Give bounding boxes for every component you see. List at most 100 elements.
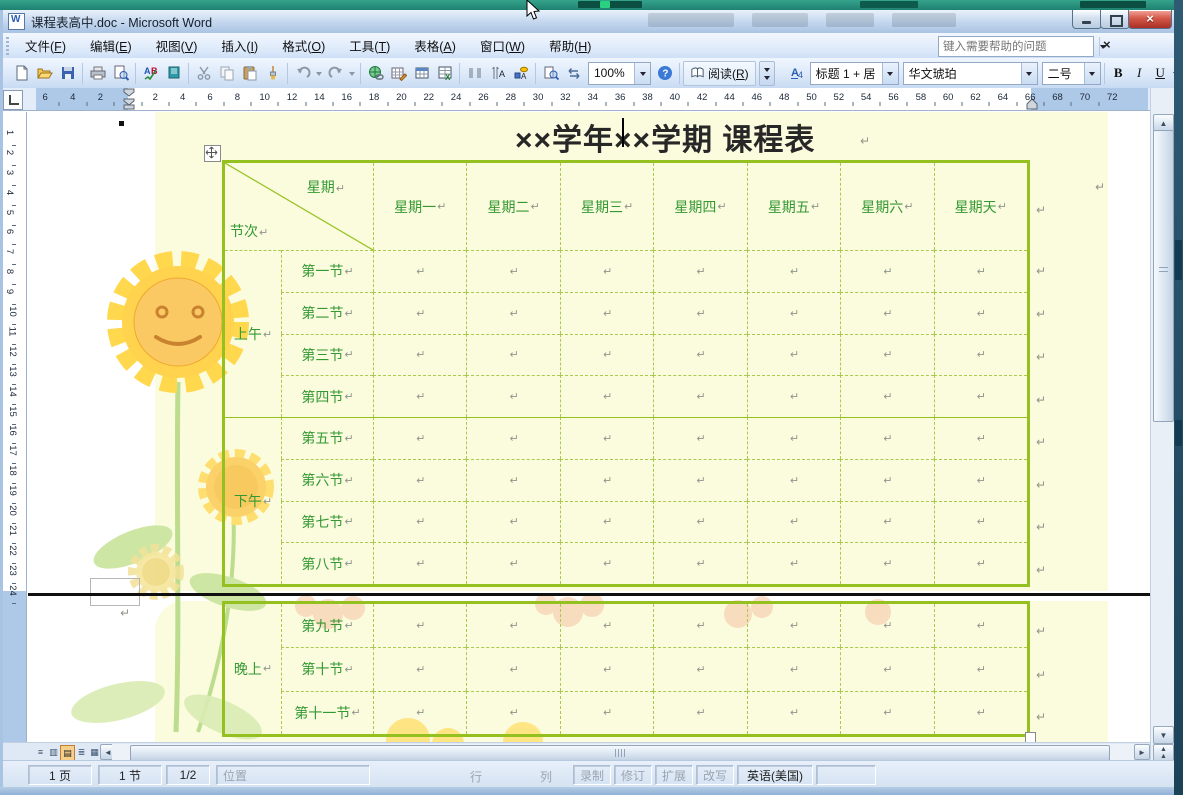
tables-and-borders-button[interactable] <box>387 62 410 85</box>
schedule-cell[interactable]: ↵ <box>933 333 1027 376</box>
drawing-button[interactable]: A <box>509 62 532 85</box>
schedule-cell[interactable]: ↵ <box>840 500 934 543</box>
period-cell[interactable]: 第四节 ↵ <box>281 375 373 417</box>
schedule-cell[interactable]: ↵ <box>466 417 560 459</box>
schedule-cell[interactable]: ↵ <box>746 333 841 376</box>
schedule-cell[interactable]: ↵ <box>933 500 1027 543</box>
schedule-cell[interactable]: ↵ <box>840 542 934 584</box>
cut-button[interactable] <box>192 62 215 85</box>
day-header-2[interactable]: 星期二 ↵ <box>466 163 559 250</box>
schedule-cell[interactable]: ↵ <box>933 647 1027 691</box>
schedule-cell[interactable]: ↵ <box>840 250 934 292</box>
schedule-cell[interactable]: ↵ <box>746 375 841 417</box>
redo-button[interactable] <box>324 62 347 85</box>
schedule-cell[interactable]: ↵ <box>559 690 654 734</box>
schedule-cell[interactable]: ↵ <box>559 542 654 584</box>
research-button[interactable] <box>162 62 185 85</box>
minimize-button[interactable] <box>1072 10 1102 29</box>
section-cell[interactable]: 上午 ↵ <box>225 250 281 417</box>
schedule-cell[interactable]: ↵ <box>559 500 654 543</box>
chevron-down-icon[interactable] <box>881 62 898 84</box>
schedule-cell[interactable]: ↵ <box>746 647 841 691</box>
period-cell[interactable]: 第二节 ↵ <box>281 291 373 334</box>
normal-view-button[interactable]: ≡ <box>34 745 47 759</box>
schedule-cell[interactable]: ↵ <box>373 458 467 501</box>
menu-T[interactable]: 工具(T) <box>337 33 402 58</box>
schedule-cell[interactable]: ↵ <box>559 417 654 459</box>
schedule-cell[interactable]: ↵ <box>653 291 747 334</box>
schedule-cell[interactable]: ↵ <box>466 500 560 543</box>
horizontal-scroll-track[interactable] <box>112 744 1136 761</box>
italic-button[interactable]: I <box>1129 63 1150 84</box>
schedule-cell[interactable]: ↵ <box>466 333 560 376</box>
menu-W[interactable]: 窗口(W) <box>468 33 537 58</box>
undo-dropdown[interactable] <box>314 62 324 85</box>
paste-button[interactable] <box>238 62 261 85</box>
undo-button[interactable] <box>291 62 314 85</box>
menu-V[interactable]: 视图(V) <box>144 33 210 58</box>
reading-layout-button[interactable]: 阅读(R) <box>683 60 756 86</box>
document-map-button[interactable] <box>539 62 562 85</box>
schedule-cell[interactable]: ↵ <box>653 375 747 417</box>
schedule-cell[interactable]: ↵ <box>840 647 934 691</box>
day-header-7[interactable]: 星期天 ↵ <box>933 163 1027 250</box>
section-cell[interactable]: 晚上 ↵ <box>225 604 281 734</box>
status-extend[interactable]: 扩展 <box>655 765 693 785</box>
tab-selector[interactable] <box>3 90 23 110</box>
schedule-cell[interactable]: ↵ <box>746 542 841 584</box>
spelling-check-button[interactable]: AB <box>139 62 162 85</box>
menu-F[interactable]: 文件(F) <box>13 33 78 58</box>
schedule-cell[interactable]: ↵ <box>373 647 467 691</box>
schedule-table-page2[interactable]: 晚上 ↵ 第九节 ↵ ↵ ↵ ↵ ↵ ↵ ↵ ↵ 第十节 ↵ ↵ ↵ ↵ ↵ ↵ ↵ ↵ 第十一节 ↵ ↵ ↵ ↵ ↵ ↵ ↵ ↵ <box>222 601 1030 737</box>
day-header-3[interactable]: 星期三 ↵ <box>559 163 653 250</box>
schedule-cell[interactable]: ↵ <box>559 647 654 691</box>
schedule-cell[interactable]: ↵ <box>746 250 841 292</box>
scroll-down-button[interactable]: ▼ <box>1153 726 1174 744</box>
schedule-cell[interactable]: ↵ <box>466 542 560 584</box>
schedule-cell[interactable]: ↵ <box>933 542 1027 584</box>
schedule-cell[interactable]: ↵ <box>746 604 840 648</box>
schedule-cell[interactable]: ↵ <box>933 250 1027 292</box>
print-button[interactable] <box>86 62 109 85</box>
vertical-scrollbar[interactable]: ▲ ▼ ▲▲ ● ▼▼ <box>1150 88 1175 794</box>
menu-I[interactable]: 插入(I) <box>209 33 270 58</box>
period-cell[interactable]: 第十一节 ↵ <box>281 690 373 734</box>
schedule-cell[interactable]: ↵ <box>840 291 934 334</box>
help-search-input[interactable] <box>939 39 1099 54</box>
table-move-handle[interactable] <box>204 145 221 162</box>
insert-excel-button[interactable]: X <box>433 62 456 85</box>
schedule-cell[interactable]: ↵ <box>746 690 841 734</box>
day-header-6[interactable]: 星期六 ↵ <box>840 163 933 250</box>
schedule-cell[interactable]: ↵ <box>933 291 1027 334</box>
schedule-cell[interactable]: ↵ <box>559 458 654 501</box>
schedule-cell[interactable]: ↵ <box>840 375 934 417</box>
schedule-cell[interactable]: ↵ <box>373 690 467 734</box>
period-cell[interactable]: 第八节 ↵ <box>281 542 373 584</box>
horizontal-ruler[interactable]: 6 4 2 2 4 6 8 10 12 14 16 18 20 22 24 26 28 30 32 34 36 38 40 4… <box>0 88 1150 111</box>
copy-button[interactable] <box>215 62 238 85</box>
status-spare[interactable] <box>816 765 876 785</box>
schedule-cell[interactable]: ↵ <box>933 458 1027 501</box>
status-section[interactable]: 1 节 <box>98 765 162 785</box>
schedule-cell[interactable]: ↵ <box>746 291 841 334</box>
status-overtype[interactable]: 改写 <box>696 765 734 785</box>
schedule-cell[interactable]: ↵ <box>933 375 1027 417</box>
status-page-indicator[interactable]: 1/2 <box>166 765 210 785</box>
web-layout-view-button[interactable]: ▥ <box>47 745 60 759</box>
schedule-cell[interactable]: ↵ <box>559 604 653 648</box>
day-header-5[interactable]: 星期五 ↵ <box>746 163 840 250</box>
menu-E[interactable]: 编辑(E) <box>78 33 144 58</box>
chevron-down-icon[interactable] <box>634 62 650 84</box>
day-header-1[interactable]: 星期一 ↵ <box>373 163 466 250</box>
schedule-cell[interactable]: ↵ <box>559 291 654 334</box>
document-title[interactable]: ××学年××学期 课程表 <box>515 115 815 159</box>
toolbar-grip[interactable] <box>6 36 9 55</box>
open-button[interactable] <box>33 62 56 85</box>
zoom-combo[interactable]: 100% <box>588 61 651 85</box>
schedule-cell[interactable]: ↵ <box>373 291 467 334</box>
table-resize-handle[interactable] <box>1025 732 1036 742</box>
maximize-button[interactable] <box>1100 10 1130 29</box>
schedule-cell[interactable]: ↵ <box>933 690 1027 734</box>
redo-dropdown[interactable] <box>347 62 357 85</box>
chevron-down-icon[interactable] <box>1083 62 1100 84</box>
